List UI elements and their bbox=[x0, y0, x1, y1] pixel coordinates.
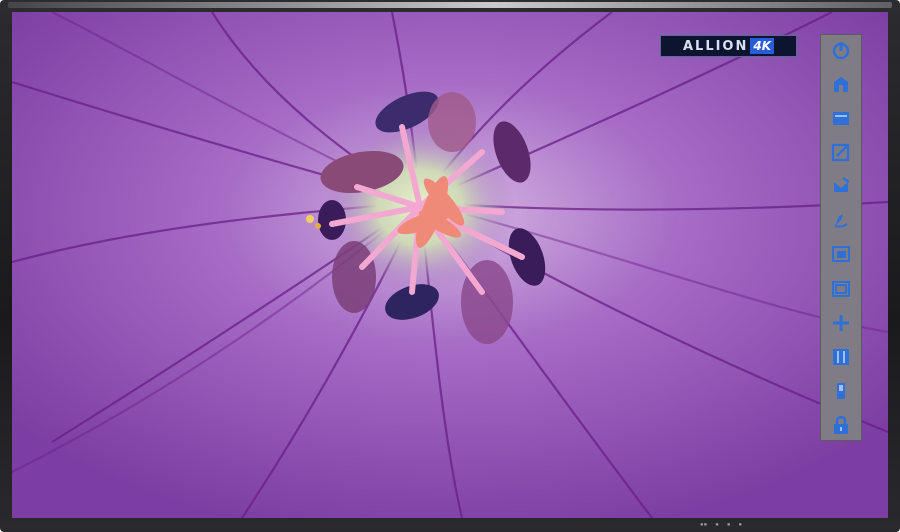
lock-button[interactable] bbox=[830, 414, 852, 436]
monitor-bezel: ALLION 4K ▪▪ ▪ ▪ ▪ bbox=[0, 0, 900, 532]
brand-accent: 4K bbox=[750, 38, 775, 54]
grid-icon bbox=[833, 348, 849, 365]
input-source-button[interactable] bbox=[830, 73, 852, 95]
add-button[interactable] bbox=[830, 312, 852, 334]
lock-icon bbox=[834, 415, 848, 434]
folder-button[interactable] bbox=[830, 107, 852, 129]
bezel-marker: ▪ bbox=[738, 520, 743, 528]
volume-icon bbox=[837, 382, 845, 399]
window-icon bbox=[832, 280, 850, 297]
folder-icon bbox=[833, 112, 849, 126]
window-button[interactable] bbox=[830, 278, 852, 300]
pen-button[interactable] bbox=[830, 209, 852, 231]
brand-text: ALLION bbox=[682, 38, 749, 54]
screenshot-button[interactable] bbox=[830, 243, 852, 265]
bezel-marker: ▪ bbox=[726, 520, 731, 528]
edit-button[interactable] bbox=[830, 141, 852, 163]
pollen bbox=[306, 215, 314, 223]
display-screen bbox=[12, 12, 888, 518]
screenshot-icon bbox=[832, 246, 850, 263]
input-source-icon bbox=[834, 77, 848, 93]
brand-logo: ALLION 4K bbox=[660, 35, 797, 57]
bezel-highlight bbox=[8, 2, 892, 8]
annotate-icon bbox=[834, 177, 850, 193]
power-button[interactable] bbox=[830, 39, 852, 61]
add-icon bbox=[833, 314, 849, 331]
annotate-button[interactable] bbox=[830, 175, 852, 197]
side-toolbar bbox=[820, 34, 862, 441]
bezel-marker: ▪ bbox=[715, 520, 719, 528]
power-icon bbox=[832, 42, 850, 60]
volume-button[interactable] bbox=[830, 380, 852, 402]
pen-icon bbox=[834, 214, 848, 229]
grid-button[interactable] bbox=[830, 346, 852, 368]
flower-wallpaper bbox=[12, 12, 888, 518]
bezel-bottom-controls: ▪▪ ▪ ▪ ▪ bbox=[700, 520, 840, 528]
bezel-marker: ▪▪ bbox=[700, 520, 708, 528]
edit-icon bbox=[831, 144, 850, 162]
